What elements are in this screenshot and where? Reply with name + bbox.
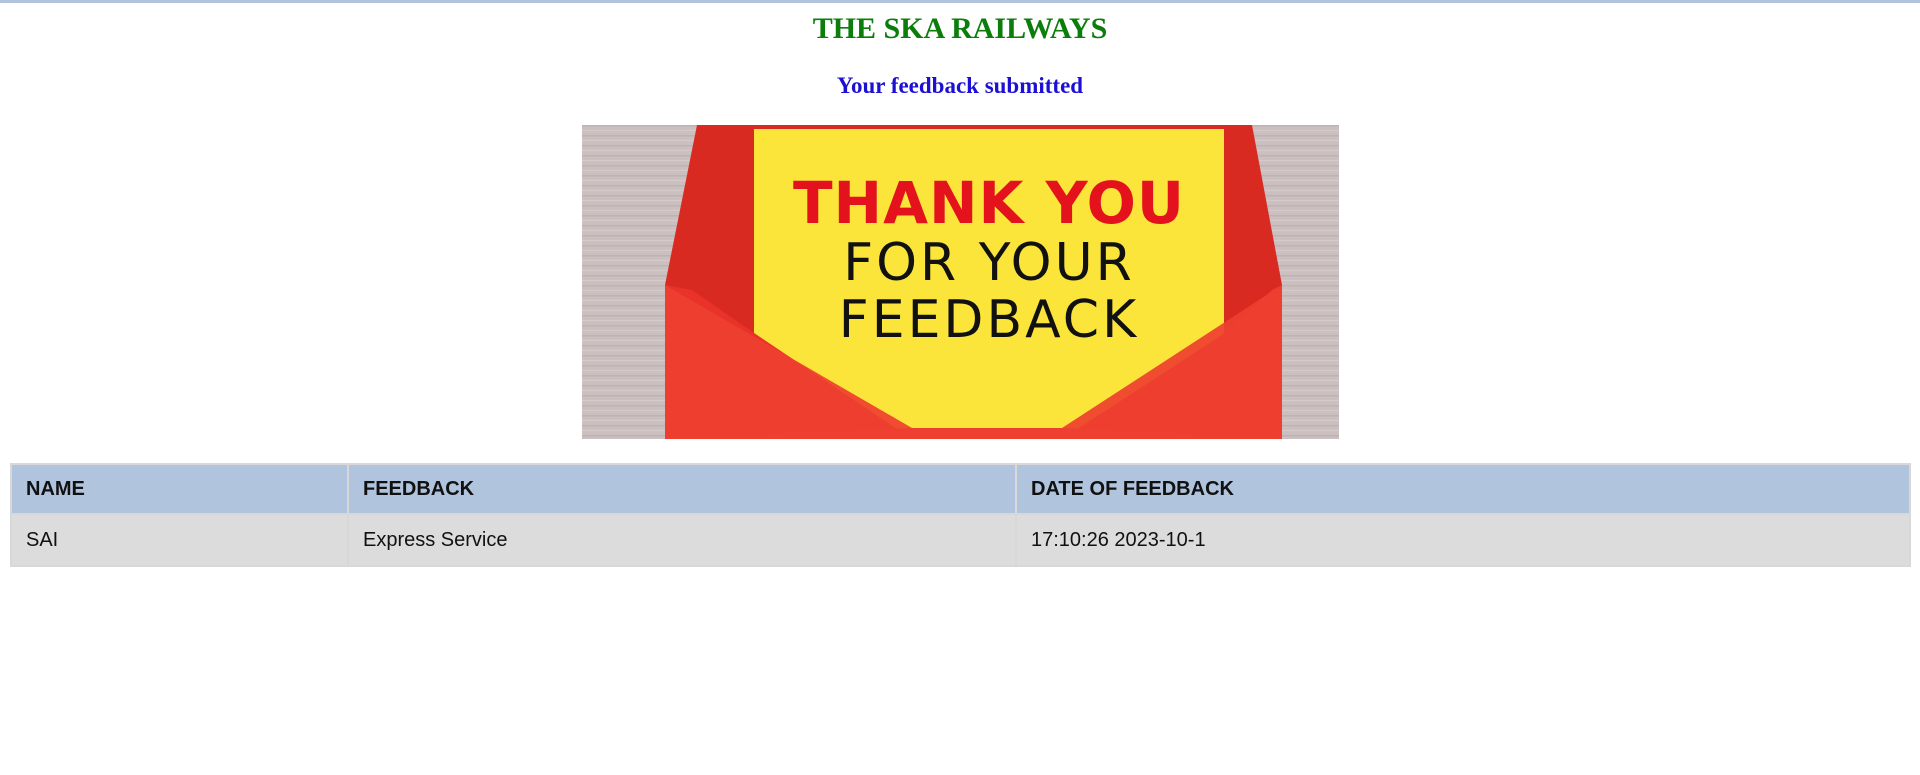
cell-date: 17:10:26 2023-10-1 (1017, 515, 1909, 565)
thank-you-image: THANK YOU FOR YOUR FEEDBACK (582, 125, 1339, 439)
column-header-date: DATE OF FEEDBACK (1017, 465, 1909, 513)
table-row: SAI Express Service 17:10:26 2023-10-1 (12, 515, 1909, 565)
top-border (0, 0, 1920, 3)
cell-feedback: Express Service (349, 515, 1015, 565)
column-header-name: NAME (12, 465, 347, 513)
cell-name: SAI (12, 515, 347, 565)
card-line-3: FEEDBACK (839, 290, 1139, 350)
table-header-row: NAME FEEDBACK DATE OF FEEDBACK (12, 465, 1909, 513)
feedback-table: NAME FEEDBACK DATE OF FEEDBACK SAI Expre… (10, 463, 1911, 567)
card-line-2: FOR YOUR (843, 233, 1135, 293)
submission-status-message: Your feedback submitted (836, 73, 1084, 98)
card-line-1: THANK YOU (793, 169, 1185, 237)
site-title: THE SKA RAILWAYS (812, 12, 1108, 45)
column-header-feedback: FEEDBACK (349, 465, 1015, 513)
